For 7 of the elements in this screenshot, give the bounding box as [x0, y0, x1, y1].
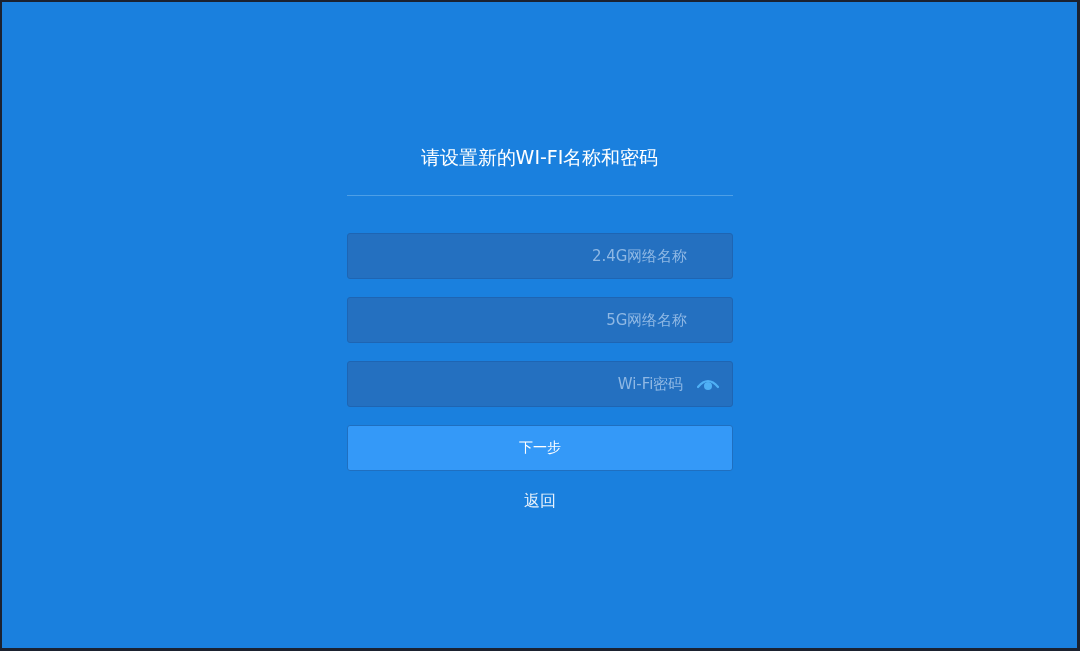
input-field[interactable]: 5G网络名称 — [346, 297, 733, 343]
back-link[interactable]: 返回 — [523, 491, 556, 512]
password-field[interactable]: Wi-Fi密码 — [346, 361, 733, 407]
page-title: 请设置新的WI-FI名称和密码 — [419, 145, 660, 170]
eye-icon[interactable] — [696, 377, 719, 391]
input-field[interactable]: 2.4G网络名称 — [346, 233, 733, 279]
next-button[interactable]: 下一步 — [346, 425, 733, 471]
